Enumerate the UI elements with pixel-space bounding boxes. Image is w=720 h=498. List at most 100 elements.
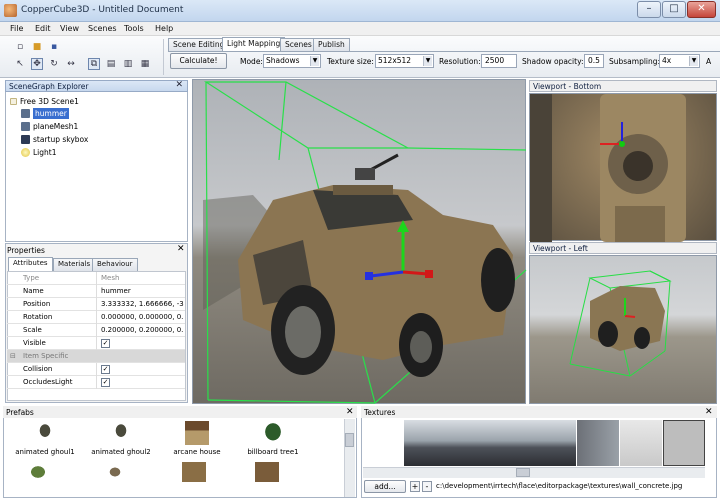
move-icon[interactable]: ✥	[31, 58, 43, 70]
minimize-button[interactable]: –	[637, 1, 661, 18]
menu-help[interactable]: Help	[155, 24, 173, 33]
collapse-icon: ⊟	[10, 352, 16, 360]
tree-item-planemesh[interactable]: planeMesh1	[21, 120, 78, 132]
textures-header	[361, 406, 717, 418]
menu-view[interactable]: View	[60, 24, 79, 33]
prefab-thumb-partial	[26, 462, 50, 482]
menu-file[interactable]: File	[10, 24, 23, 33]
prefab-label: arcane house	[173, 448, 221, 456]
prop-key: Position	[23, 298, 97, 311]
tree-icon	[261, 421, 285, 445]
tree-item-label: Light1	[33, 147, 57, 157]
prop-key: Name	[23, 285, 97, 298]
texture-thumb-blank[interactable]	[363, 420, 403, 466]
tab-light-mapping[interactable]: Light Mapping	[222, 37, 286, 51]
prop-row-rotation[interactable]: Rotation 0.000000, 0.000000, 0.	[7, 311, 185, 324]
texture-size-select[interactable]: 512x512 ▼	[375, 54, 434, 68]
prefab-billboard-tree1[interactable]: billboard tree1	[238, 421, 308, 456]
prop-value[interactable]: 0.200000, 0.200000, 0.	[101, 324, 185, 336]
menu-tools[interactable]: Tools	[124, 24, 144, 33]
tab-materials[interactable]: Materials	[53, 258, 96, 271]
mode-select[interactable]: Shadows ▼	[263, 54, 321, 68]
viewport-left-canvas	[569, 270, 672, 377]
view-front-icon[interactable]: ▥	[122, 58, 134, 70]
prefabs-scrollbar[interactable]	[344, 419, 355, 497]
tree-item-skybox[interactable]: startup skybox	[21, 133, 88, 145]
viewport-left[interactable]	[529, 255, 717, 404]
tab-attributes[interactable]: Attributes	[8, 257, 53, 271]
menu-scenes[interactable]: Scenes	[88, 24, 117, 33]
texture-thumb-stone[interactable]	[577, 420, 619, 466]
prefab-arcane-house[interactable]: arcane house	[162, 421, 232, 456]
prefabs-scroll-thumb[interactable]	[345, 433, 354, 447]
toolbar-divider	[163, 39, 164, 75]
viewport-left-header: Viewport - Left	[529, 242, 717, 254]
tab-behaviour[interactable]: Behaviour	[92, 258, 138, 271]
prop-row-visible[interactable]: Visible ✓	[7, 337, 185, 350]
resolution-label: Resolution:	[439, 57, 481, 66]
subsampling-select[interactable]: 4x ▼	[659, 54, 700, 68]
select-arrow-icon[interactable]: ↖	[14, 58, 26, 70]
open-folder-icon[interactable]: ■	[31, 41, 43, 53]
tree-item-hummer[interactable]: hummer	[21, 107, 69, 119]
scale-icon[interactable]: ↔	[65, 58, 77, 70]
scenegraph-header: SceneGraph Explorer ✕	[5, 80, 188, 92]
close-icon[interactable]: ✕	[177, 244, 185, 254]
prop-row-position[interactable]: Position 3.333332, 1.666666, -3	[7, 298, 185, 311]
tree-root[interactable]: Free 3D Scene1	[10, 95, 79, 107]
mode-label: Mode:	[240, 57, 263, 66]
shadow-opacity-input[interactable]: 0.5	[584, 54, 604, 68]
visible-checkbox[interactable]: ✓	[101, 339, 110, 348]
texture-size-value: 512x512	[378, 56, 412, 65]
prop-key: Collision	[23, 363, 97, 376]
save-icon[interactable]: ▪	[48, 41, 60, 53]
rotate-icon[interactable]: ↻	[48, 58, 60, 70]
app-icon	[4, 4, 17, 17]
prop-row-occludes-light[interactable]: OccludesLight ✓	[7, 376, 185, 389]
collision-checkbox[interactable]: ✓	[101, 365, 110, 374]
main-viewport[interactable]	[192, 79, 527, 404]
prefabs-header	[3, 406, 357, 418]
tree-item-light[interactable]: Light1	[21, 146, 57, 158]
close-button[interactable]: ✕	[687, 1, 716, 18]
tab-scene-editing[interactable]: Scene Editing	[168, 38, 230, 51]
prefab-animated-ghoul1[interactable]: animated ghoul1	[10, 421, 80, 456]
menu-edit[interactable]: Edit	[35, 24, 51, 33]
texture-thumb-skybox[interactable]	[404, 420, 576, 466]
prop-row-type: Type Mesh	[7, 272, 185, 285]
maximize-button[interactable]: □	[662, 1, 686, 18]
view-side-icon[interactable]: ▦	[139, 58, 151, 70]
prop-section-item-specific[interactable]: ⊟ Item Specific	[7, 350, 185, 363]
close-icon[interactable]: ✕	[346, 407, 354, 417]
texture-thumb-light[interactable]	[620, 420, 662, 466]
prefab-animated-ghoul2[interactable]: animated ghoul2	[86, 421, 156, 456]
tab-row-line	[168, 51, 720, 52]
chevron-down-icon: ▼	[423, 56, 432, 66]
prop-value[interactable]: 3.333332, 1.666666, -3	[101, 298, 185, 310]
tab-scenes[interactable]: Scenes	[280, 38, 317, 51]
close-icon[interactable]: ✕	[705, 407, 713, 417]
resolution-input[interactable]: 2500	[481, 54, 517, 68]
view-perspective-icon[interactable]: ⧉	[88, 58, 100, 70]
textures-hscrollbar[interactable]	[363, 467, 705, 478]
texture-thumb-concrete[interactable]	[663, 420, 705, 466]
tab-publish[interactable]: Publish	[313, 38, 350, 51]
zoom-out-button[interactable]: -	[422, 481, 432, 492]
close-icon[interactable]: ✕	[175, 81, 183, 90]
prop-value[interactable]: 0.000000, 0.000000, 0.	[101, 311, 185, 323]
add-texture-button[interactable]: add...	[364, 480, 406, 493]
zoom-in-button[interactable]: +	[410, 481, 420, 492]
view-top-icon[interactable]: ▤	[105, 58, 117, 70]
textures-scroll-thumb[interactable]	[516, 468, 530, 477]
tree-item-label: startup skybox	[33, 134, 89, 144]
viewport-left-title: Viewport - Left	[533, 244, 588, 253]
occludes-light-checkbox[interactable]: ✓	[101, 378, 110, 387]
prop-row-name[interactable]: Name hummer	[7, 285, 185, 298]
prop-row-collision[interactable]: Collision ✓	[7, 363, 185, 376]
calculate-button[interactable]: Calculate!	[170, 53, 227, 69]
viewport-bottom[interactable]	[529, 93, 717, 242]
prop-key: Visible	[23, 337, 97, 350]
prop-row-scale[interactable]: Scale 0.200000, 0.200000, 0.	[7, 324, 185, 337]
new-file-icon[interactable]: ▫	[14, 41, 26, 53]
prop-value[interactable]: hummer	[101, 285, 185, 297]
